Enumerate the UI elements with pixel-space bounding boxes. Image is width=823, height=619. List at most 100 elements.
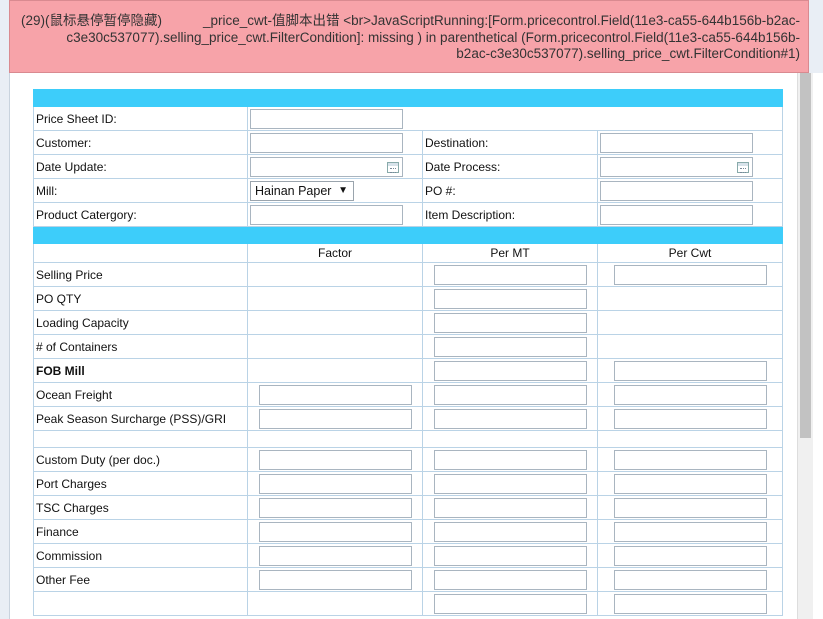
cost-row: Loading Capacity xyxy=(33,310,783,335)
factor-column-header: Factor xyxy=(247,243,423,263)
factor-input[interactable] xyxy=(258,545,412,566)
cost-row-label: Loading Capacity xyxy=(33,310,248,335)
per-cwt-input[interactable] xyxy=(613,569,767,590)
po-number-label: PO #: xyxy=(422,178,598,203)
po-number-input[interactable] xyxy=(600,180,753,201)
per-mt-input[interactable] xyxy=(433,312,587,333)
per-cwt-input[interactable] xyxy=(613,521,767,542)
date-row: Date Update: Date Process: xyxy=(33,154,783,179)
cost-row: Ocean Freight xyxy=(33,382,783,407)
cost-row-label: PO QTY xyxy=(33,286,248,311)
product-category-input[interactable] xyxy=(250,204,403,225)
per-mt-input[interactable] xyxy=(433,384,587,405)
destination-label: Destination: xyxy=(422,130,598,155)
per-mt-input[interactable] xyxy=(433,473,587,494)
date-process-label: Date Process: xyxy=(422,154,598,179)
per-cwt-input[interactable] xyxy=(613,593,767,614)
product-row: Product Catergory: Item Description: xyxy=(33,202,783,227)
per-mt-input[interactable] xyxy=(433,521,587,542)
mill-row: Mill: Hainan Paper ▼ PO #: xyxy=(33,178,783,203)
per-mt-input[interactable] xyxy=(433,336,587,357)
per-mt-input[interactable] xyxy=(433,449,587,470)
scrollbar-thumb[interactable] xyxy=(800,73,811,438)
error-banner[interactable]: (29)(鼠标悬停暂停隐藏) _price_cwt-值脚本出错 <br>Java… xyxy=(9,0,809,73)
mill-select-value: Hainan Paper xyxy=(255,183,332,198)
product-category-label: Product Catergory: xyxy=(33,202,248,227)
cost-row: PO QTY xyxy=(33,286,783,311)
factor-input[interactable] xyxy=(258,408,412,429)
cost-row: Peak Season Surcharge (PSS)/GRI xyxy=(33,406,783,431)
error-message: _price_cwt-值脚本出错 <br>JavaScriptRunning:[… xyxy=(66,13,800,61)
cost-row: Port Charges xyxy=(33,471,783,496)
cost-row-label: Finance xyxy=(33,519,248,544)
price-sheet-id-input[interactable] xyxy=(250,108,403,129)
factor-input[interactable] xyxy=(258,497,412,518)
factor-input[interactable] xyxy=(258,473,412,494)
cost-row-label: # of Containers xyxy=(33,334,248,359)
per-mt-input[interactable] xyxy=(433,288,587,309)
date-update-input[interactable] xyxy=(250,156,403,177)
cost-row xyxy=(33,591,783,616)
per-cwt-input[interactable] xyxy=(613,449,767,470)
per-mt-input[interactable] xyxy=(433,360,587,381)
price-sheet-id-label: Price Sheet ID: xyxy=(33,106,248,131)
factor-input[interactable] xyxy=(258,521,412,542)
date-process-input[interactable] xyxy=(600,156,753,177)
per-mt-input[interactable] xyxy=(433,408,587,429)
cost-row-label: Custom Duty (per doc.) xyxy=(33,447,248,472)
cost-row: Finance xyxy=(33,519,783,544)
destination-input[interactable] xyxy=(600,132,753,153)
cost-row: TSC Charges xyxy=(33,495,783,520)
section-band xyxy=(33,226,783,244)
per-cwt-input[interactable] xyxy=(613,360,767,381)
cost-row: Commission xyxy=(33,543,783,568)
cost-row-label: Peak Season Surcharge (PSS)/GRI xyxy=(33,406,248,431)
factor-input[interactable] xyxy=(258,449,412,470)
cost-row-label: Port Charges xyxy=(33,471,248,496)
per-mt-input[interactable] xyxy=(433,545,587,566)
price-sheet-table: Price Sheet ID: Customer: Destination: D… xyxy=(33,89,783,616)
spacer-row xyxy=(33,430,783,448)
price-sheet-id-row: Price Sheet ID: xyxy=(33,106,783,131)
per-cwt-input[interactable] xyxy=(613,264,767,285)
per-mt-input[interactable] xyxy=(433,497,587,518)
per-mt-input[interactable] xyxy=(433,569,587,590)
cost-row-label: Ocean Freight xyxy=(33,382,248,407)
cost-row-label: FOB Mill xyxy=(33,358,248,383)
calendar-icon[interactable] xyxy=(737,161,749,173)
cost-row-label: Selling Price xyxy=(33,262,248,287)
calendar-icon[interactable] xyxy=(387,161,399,173)
column-header-row: Factor Per MT Per Cwt xyxy=(33,243,783,263)
window-edge xyxy=(813,73,823,619)
cost-row: FOB Mill xyxy=(33,358,783,383)
cost-row: # of Containers xyxy=(33,334,783,359)
cost-row-label: Other Fee xyxy=(33,567,248,592)
cost-row: Custom Duty (per doc.) xyxy=(33,447,783,472)
cost-row: Selling Price xyxy=(33,262,783,287)
cost-row: Other Fee xyxy=(33,567,783,592)
date-update-label: Date Update: xyxy=(33,154,248,179)
cost-row-label: TSC Charges xyxy=(33,495,248,520)
factor-input[interactable] xyxy=(258,384,412,405)
item-description-input[interactable] xyxy=(600,204,753,225)
per-mt-input[interactable] xyxy=(433,264,587,285)
per-mt-input[interactable] xyxy=(433,593,587,614)
per-cwt-input[interactable] xyxy=(613,545,767,566)
customer-label: Customer: xyxy=(33,130,248,155)
per-cwt-column-header: Per Cwt xyxy=(597,243,783,263)
per-mt-column-header: Per MT xyxy=(422,243,598,263)
per-cwt-input[interactable] xyxy=(613,384,767,405)
cost-row-label: Commission xyxy=(33,543,248,568)
header-band xyxy=(33,89,783,107)
cost-row-label xyxy=(33,591,248,616)
vertical-scrollbar[interactable] xyxy=(797,73,814,619)
per-cwt-input[interactable] xyxy=(613,473,767,494)
item-description-label: Item Description: xyxy=(422,202,598,227)
factor-input[interactable] xyxy=(258,569,412,590)
per-cwt-input[interactable] xyxy=(613,408,767,429)
mill-select[interactable]: Hainan Paper ▼ xyxy=(250,180,354,201)
chevron-down-icon: ▼ xyxy=(338,184,348,196)
customer-input[interactable] xyxy=(250,132,403,153)
customer-row: Customer: Destination: xyxy=(33,130,783,155)
per-cwt-input[interactable] xyxy=(613,497,767,518)
